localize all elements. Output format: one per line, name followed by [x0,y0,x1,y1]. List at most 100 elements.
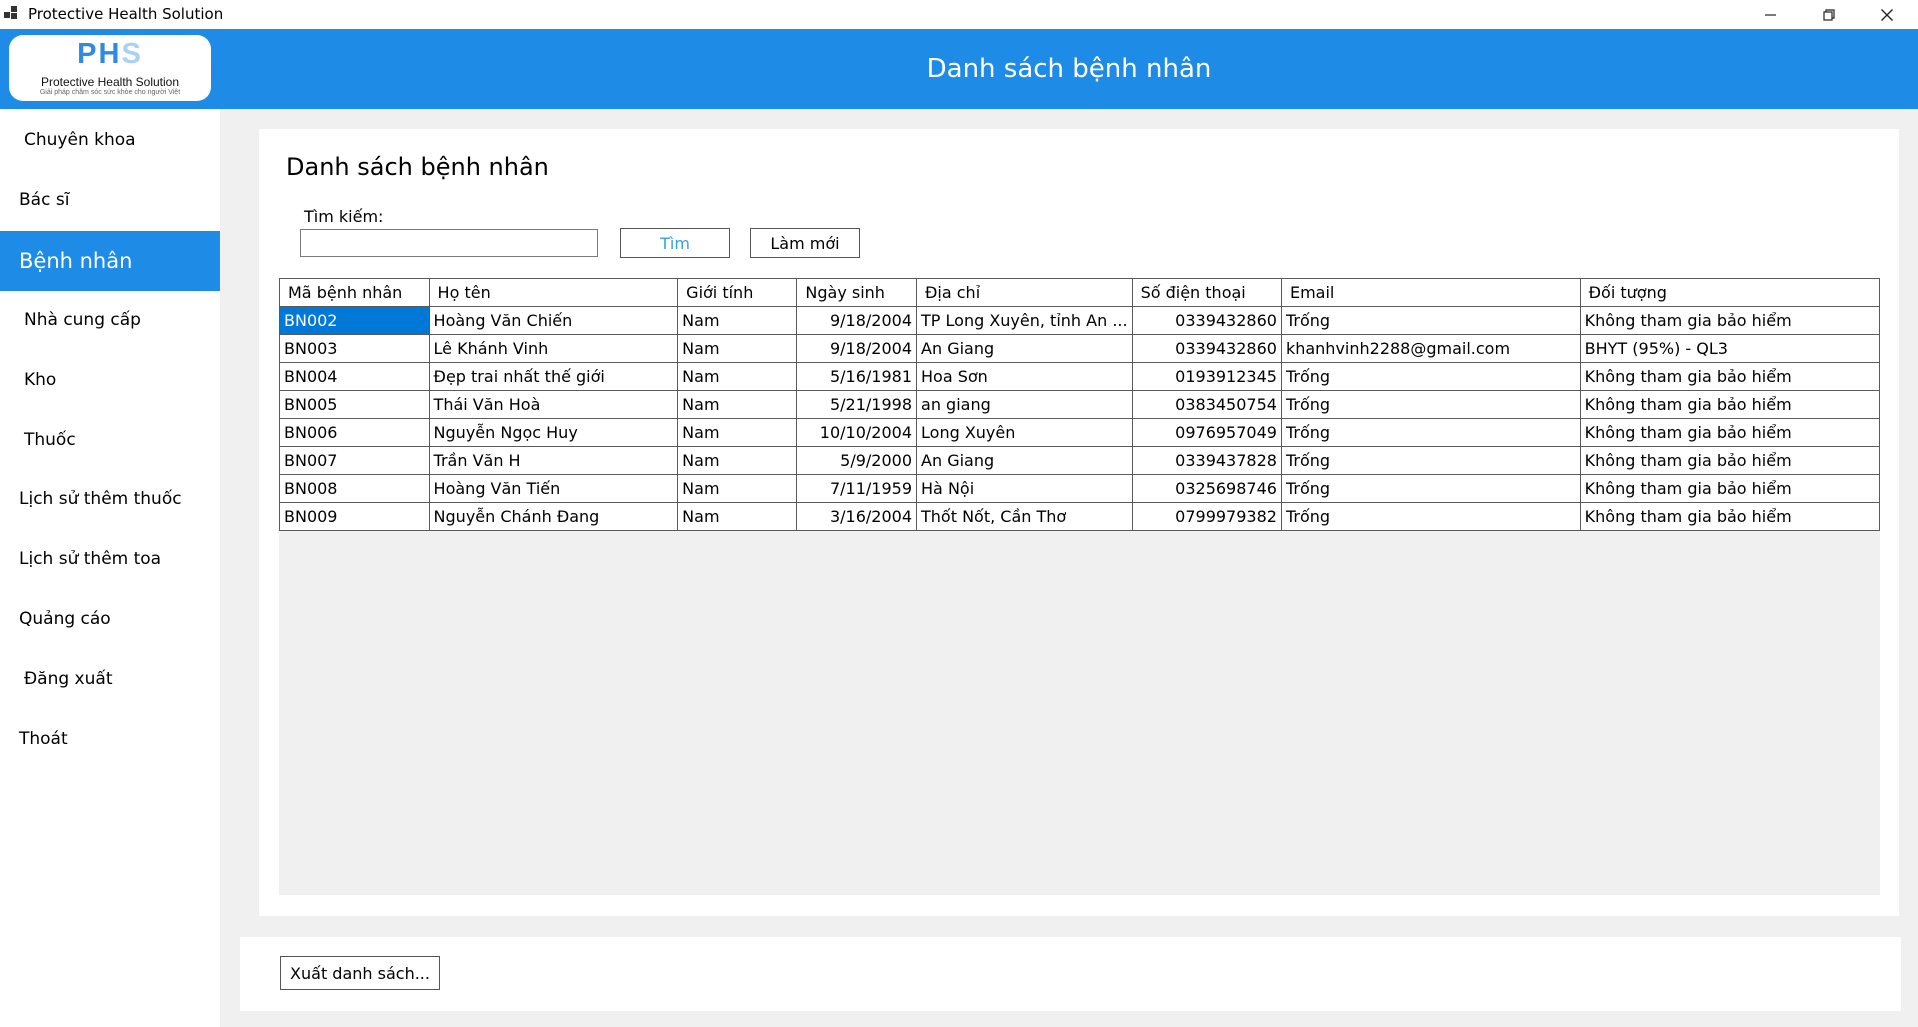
column-header[interactable]: Ngày sinh [796,278,918,307]
sidebar-item-benh-nhan[interactable]: Bệnh nhân [0,231,220,291]
export-list-button[interactable]: Xuất danh sách... [280,956,440,990]
table-cell[interactable]: Hoàng Văn Tiến [428,474,679,503]
table-row[interactable]: BN002 Hoàng Văn Chiến Nam 9/18/2004 TP Long … [279,306,1881,335]
table-row[interactable]: BN008 Hoàng Văn Tiến Nam 7/11/1959 Hà Nội 032… [279,474,1881,503]
table-cell[interactable]: Nam [677,362,798,391]
sidebar-item-quang-cao[interactable]: Quảng cáo [0,589,220,649]
table-cell[interactable]: 10/10/2004 [796,418,918,447]
table-cell[interactable]: Trống [1280,390,1581,419]
column-header[interactable]: Email [1280,278,1581,307]
table-row[interactable]: BN003 Lê Khánh Vinh Nam 9/18/2004 An Giang 03… [279,334,1881,363]
column-header[interactable]: Mã bệnh nhân [279,278,430,307]
table-cell[interactable]: 5/16/1981 [796,362,918,391]
table-cell[interactable]: 0383450754 [1131,390,1282,419]
table-cell[interactable]: BN004 [279,362,430,391]
table-cell[interactable]: 0325698746 [1131,474,1282,503]
table-cell[interactable]: 9/18/2004 [796,334,918,363]
sidebar-item-chuyen-khoa[interactable]: Chuyên khoa [0,110,220,170]
table-cell[interactable]: BN002 [279,306,430,335]
table-cell[interactable]: TP Long Xuyên, tỉnh An ... [916,306,1133,335]
column-header[interactable]: Giới tính [677,278,798,307]
table-cell[interactable]: Nam [677,418,798,447]
table-cell[interactable]: Nam [677,446,798,475]
table-cell[interactable]: Trống [1280,502,1581,531]
table-cell[interactable]: Thái Văn Hoà [428,390,679,419]
close-button[interactable] [1858,0,1916,29]
table-cell[interactable]: BHYT (95%) - QL3 [1579,334,1881,363]
table-cell[interactable]: 0339432860 [1131,334,1282,363]
table-cell[interactable]: Nguyễn Chánh Đang [428,502,679,531]
logo-area: PHS Protective Health Solution Giải pháp… [0,29,220,109]
table-cell[interactable]: Lê Khánh Vinh [428,334,679,363]
table-cell[interactable]: Nam [677,474,798,503]
table-cell[interactable]: Đẹp trai nhất thế giới [428,362,679,391]
table-cell[interactable]: 0193912345 [1131,362,1282,391]
table-cell[interactable]: Không tham gia bảo hiểm [1579,446,1881,475]
sidebar-item-bac-si[interactable]: Bác sĩ [0,170,220,230]
table-row[interactable]: BN004 Đẹp trai nhất thế giới Nam 5/16/1981 H… [279,362,1881,391]
table-cell[interactable]: An Giang [916,334,1133,363]
table-cell[interactable]: Trống [1280,306,1581,335]
table-cell[interactable]: Trống [1280,362,1581,391]
table-cell[interactable]: Không tham gia bảo hiểm [1579,306,1881,335]
table-cell[interactable]: Không tham gia bảo hiểm [1579,362,1881,391]
column-header[interactable]: Số điện thoại [1131,278,1282,307]
table-cell[interactable]: Hoa Sơn [916,362,1133,391]
sidebar-item-lich-su-them-thuoc[interactable]: Lịch sử thêm thuốc [0,469,220,529]
table-cell[interactable]: BN008 [279,474,430,503]
table-cell[interactable]: khanhvinh2288@gmail.com [1280,334,1581,363]
table-cell[interactable]: BN007 [279,446,430,475]
sidebar-item-lich-su-them-toa[interactable]: Lịch sử thêm toa [0,529,220,589]
table-cell[interactable]: 0339432860 [1131,306,1282,335]
table-cell[interactable]: An Giang [916,446,1133,475]
table-row[interactable]: BN009 Nguyễn Chánh Đang Nam 3/16/2004 Thốt N… [279,502,1881,531]
table-cell[interactable]: an giang [916,390,1133,419]
table-cell[interactable]: Trống [1280,418,1581,447]
column-header[interactable]: Địa chỉ [916,278,1133,307]
table-cell[interactable]: 5/9/2000 [796,446,918,475]
table-cell[interactable]: Nguyễn Ngọc Huy [428,418,679,447]
table-cell[interactable]: Nam [677,390,798,419]
table-cell[interactable]: Trần Văn H [428,446,679,475]
table-cell[interactable]: 0976957049 [1131,418,1282,447]
table-cell[interactable]: Không tham gia bảo hiểm [1579,390,1881,419]
table-cell[interactable]: Thốt Nốt, Cần Thơ [916,502,1133,531]
table-cell[interactable]: Hà Nội [916,474,1133,503]
refresh-button[interactable]: Làm mới [750,228,860,258]
sidebar-item-thuoc[interactable]: Thuốc [0,410,220,470]
table-cell[interactable]: BN006 [279,418,430,447]
table-cell[interactable]: 3/16/2004 [796,502,918,531]
table-row[interactable]: BN007 Trần Văn H Nam 5/9/2000 An Giang 033943… [279,446,1881,475]
table-cell[interactable]: Long Xuyên [916,418,1133,447]
sidebar-item-thoat[interactable]: Thoát [0,709,220,769]
patient-grid[interactable]: Mã bệnh nhân Họ tên Giới tính Ngày sinh Địa … [279,278,1881,895]
table-cell[interactable]: 0799979382 [1131,502,1282,531]
table-cell[interactable]: Hoàng Văn Chiến [428,306,679,335]
restore-button[interactable] [1800,0,1858,29]
table-cell[interactable]: BN009 [279,502,430,531]
table-cell[interactable]: Trống [1280,446,1581,475]
table-cell[interactable]: 5/21/1998 [796,390,918,419]
column-header[interactable]: Họ tên [428,278,679,307]
column-header[interactable]: Đối tượng [1579,278,1881,307]
table-cell[interactable]: BN005 [279,390,430,419]
table-cell[interactable]: Nam [677,334,798,363]
table-row[interactable]: BN005 Thái Văn Hoà Nam 5/21/1998 an giang 038… [279,390,1881,419]
table-cell[interactable]: 9/18/2004 [796,306,918,335]
table-cell[interactable]: 0339437828 [1131,446,1282,475]
table-cell[interactable]: Trống [1280,474,1581,503]
table-cell[interactable]: 7/11/1959 [796,474,918,503]
table-cell[interactable]: Không tham gia bảo hiểm [1579,502,1881,531]
table-row[interactable]: BN006 Nguyễn Ngọc Huy Nam 10/10/2004 Long Xu… [279,418,1881,447]
sidebar-item-kho[interactable]: Kho [0,350,220,410]
minimize-button[interactable] [1742,0,1800,29]
table-cell[interactable]: BN003 [279,334,430,363]
find-button[interactable]: Tìm [620,228,730,258]
search-input[interactable] [300,229,598,257]
sidebar-item-dang-xuat[interactable]: Đăng xuất [0,649,220,709]
table-cell[interactable]: Không tham gia bảo hiểm [1579,474,1881,503]
table-cell[interactable]: Nam [677,502,798,531]
table-cell[interactable]: Nam [677,306,798,335]
sidebar-item-nha-cung-cap[interactable]: Nhà cung cấp [0,290,220,350]
table-cell[interactable]: Không tham gia bảo hiểm [1579,418,1881,447]
